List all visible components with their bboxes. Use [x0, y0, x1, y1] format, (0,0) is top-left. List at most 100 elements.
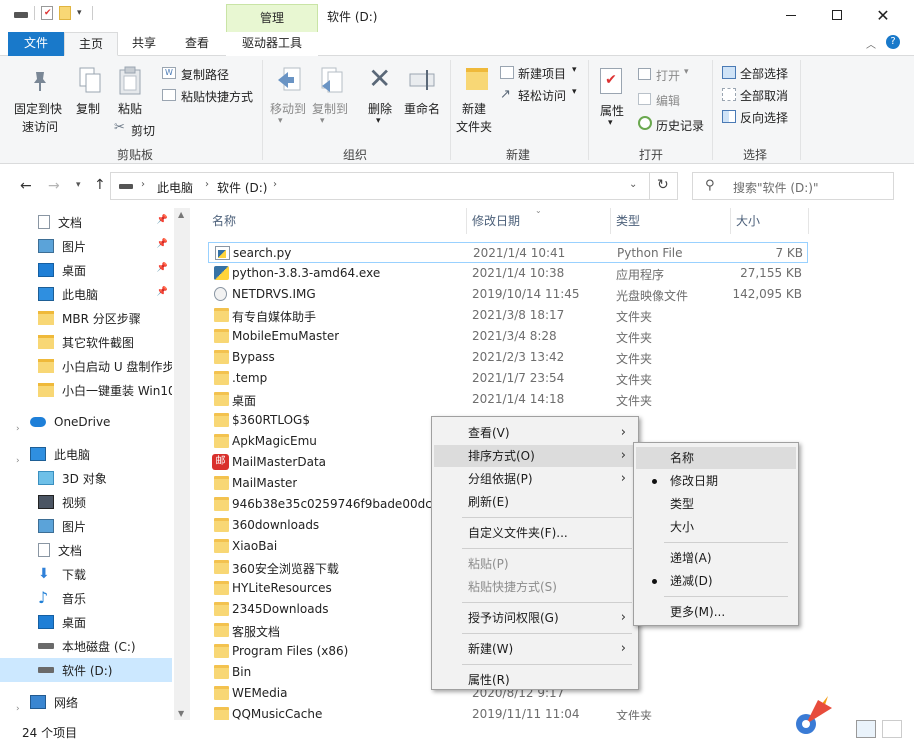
file-row[interactable]: .temp 2021/1/7 23:54 文件夹	[208, 368, 808, 389]
nav-item[interactable]: OneDrive	[0, 410, 172, 434]
minimize-button[interactable]	[768, 0, 814, 30]
nav-item[interactable]: 桌面	[0, 610, 172, 634]
refresh-button[interactable]: ↻	[650, 172, 678, 200]
properties-button[interactable]: 属性	[600, 102, 624, 119]
context-tab-manage[interactable]: 管理	[226, 4, 318, 32]
nav-item[interactable]: 3D 对象	[0, 466, 172, 490]
recent-locations-chevron-icon[interactable]: ▾	[76, 180, 81, 190]
onedrive-chevron-icon[interactable]: ›	[16, 424, 20, 434]
scroll-up-icon[interactable]: ▲	[178, 210, 184, 219]
drive-icon[interactable]	[14, 12, 28, 18]
nav-item[interactable]: 视频	[0, 490, 172, 514]
menu-item[interactable]: 排序方式(O) ›	[434, 445, 636, 467]
this-pc-chevron-icon[interactable]: ›	[16, 456, 20, 466]
column-divider[interactable]	[730, 208, 731, 234]
nav-item[interactable]: MBR 分区步骤	[0, 306, 172, 330]
invert-selection-button[interactable]: 反向选择	[740, 109, 788, 126]
breadcrumb-drive-d[interactable]: 软件 (D:)	[217, 179, 267, 196]
nav-item[interactable]: 图片 📌	[0, 234, 172, 258]
back-arrow-icon[interactable]: ←	[20, 178, 32, 194]
tab-file[interactable]: 文件	[8, 32, 64, 56]
file-row[interactable]: python-3.8.3-amd64.exe 2021/1/4 10:38 应用程序…	[208, 263, 808, 284]
properties-check-icon[interactable]: ✔	[41, 6, 53, 20]
network-chevron-icon[interactable]: ›	[16, 704, 20, 714]
column-header-size[interactable]: 大小	[736, 212, 760, 229]
new-folder-button[interactable]: 新建	[462, 100, 486, 117]
details-view-icon[interactable]	[856, 720, 876, 738]
address-bar[interactable]: › 此电脑 › 软件 (D:) › ⌄	[110, 172, 650, 200]
column-header-name[interactable]: 名称	[212, 212, 236, 229]
breadcrumb-this-pc[interactable]: 此电脑	[157, 179, 193, 196]
nav-item[interactable]: 文档 📌	[0, 210, 172, 234]
menu-item[interactable]: 粘贴(P)	[434, 553, 636, 575]
nav-item[interactable]: ⬇ 下载	[0, 562, 172, 586]
column-header-date[interactable]: 修改日期	[472, 212, 520, 229]
rename-button[interactable]: 重命名	[404, 100, 440, 117]
menu-item[interactable]: 属性(R)	[434, 669, 636, 691]
breadcrumb-chevron-icon[interactable]: ›	[141, 179, 145, 190]
paste-shortcut-button[interactable]: 粘贴快捷方式	[181, 88, 253, 105]
menu-item[interactable]: 分组依据(P) ›	[434, 468, 636, 490]
menu-item[interactable]: 新建(W) ›	[434, 638, 636, 660]
breadcrumb-chevron-icon[interactable]: ›	[205, 179, 209, 190]
select-none-button[interactable]: 全部取消	[740, 87, 788, 104]
column-divider[interactable]	[466, 208, 467, 234]
nav-item[interactable]: 文档	[0, 538, 172, 562]
nav-item[interactable]: ♪ 音乐	[0, 586, 172, 610]
nav-item[interactable]: 网络	[0, 690, 172, 714]
delete-button[interactable]: 删除	[368, 100, 392, 117]
close-button[interactable]: ✕	[860, 0, 906, 30]
address-dropdown-chevron-icon[interactable]: ⌄	[629, 179, 637, 190]
nav-item[interactable]: 桌面 📌	[0, 258, 172, 282]
menu-item[interactable]: 更多(M)...	[636, 601, 796, 623]
edit-button[interactable]: 编辑	[656, 92, 680, 109]
file-row[interactable]: Bypass 2021/2/3 13:42 文件夹	[208, 347, 808, 368]
nav-item[interactable]: 小白一键重装 Win10	[0, 378, 172, 402]
nav-item[interactable]: 软件 (D:)	[0, 658, 172, 682]
help-icon[interactable]: ?	[886, 35, 900, 49]
nav-item[interactable]: 此电脑	[0, 442, 172, 466]
tab-drive-tools[interactable]: 驱动器工具	[226, 32, 318, 56]
menu-item[interactable]: 名称	[636, 447, 796, 469]
nav-scrollbar[interactable]: ▲ ▼	[174, 208, 190, 720]
breadcrumb-chevron-icon[interactable]: ›	[273, 179, 277, 190]
open-button[interactable]: 打开	[656, 67, 680, 84]
nav-item[interactable]: 此电脑 📌	[0, 282, 172, 306]
column-divider[interactable]	[808, 208, 809, 234]
new-item-button[interactable]: 新建项目	[518, 65, 566, 82]
column-divider[interactable]	[610, 208, 611, 234]
scroll-down-icon[interactable]: ▼	[178, 709, 184, 718]
new-folder-icon[interactable]	[59, 6, 71, 20]
up-arrow-icon[interactable]: ↑	[94, 177, 106, 193]
move-to-button[interactable]: 移动到	[270, 100, 306, 117]
pin-quick-access-button[interactable]: 固定到快	[14, 100, 62, 117]
column-header-type[interactable]: 类型	[616, 212, 640, 229]
large-icons-view-icon[interactable]	[882, 720, 902, 738]
collapse-ribbon-icon[interactable]: ︿	[866, 36, 876, 51]
maximize-button[interactable]	[814, 0, 860, 30]
menu-item[interactable]: 粘贴快捷方式(S)	[434, 576, 636, 598]
copy-path-button[interactable]: 复制路径	[181, 66, 229, 83]
search-input[interactable]: ⚲ 搜索"软件 (D:)"	[692, 172, 894, 200]
tab-view[interactable]: 查看	[170, 32, 224, 56]
tab-share[interactable]: 共享	[118, 32, 170, 56]
easy-access-button[interactable]: 轻松访问	[518, 87, 566, 104]
menu-item[interactable]: 授予访问权限(G) ›	[434, 607, 636, 629]
nav-item[interactable]: 小白启动 U 盘制作步	[0, 354, 172, 378]
nav-item[interactable]: 图片	[0, 514, 172, 538]
nav-item[interactable]: 其它软件截图	[0, 330, 172, 354]
copy-to-button[interactable]: 复制到	[312, 100, 348, 117]
menu-item[interactable]: 刷新(E)	[434, 491, 636, 513]
file-row[interactable]: MobileEmuMaster 2021/3/4 8:28 文件夹	[208, 326, 808, 347]
file-row[interactable]: NETDRVS.IMG 2019/10/14 11:45 光盘映像文件 142,095…	[208, 284, 808, 305]
nav-item[interactable]: 本地磁盘 (C:)	[0, 634, 172, 658]
file-list-scrollbar[interactable]	[898, 205, 914, 720]
forward-arrow-icon[interactable]: →	[48, 178, 60, 194]
menu-item[interactable]: 递增(A)	[636, 547, 796, 569]
menu-item[interactable]: 查看(V) ›	[434, 422, 636, 444]
menu-item[interactable]: 类型	[636, 493, 796, 515]
copy-button[interactable]: 复制	[76, 100, 100, 117]
menu-item[interactable]: 大小	[636, 516, 796, 538]
select-all-button[interactable]: 全部选择	[740, 65, 788, 82]
history-button[interactable]: 历史记录	[656, 117, 704, 134]
